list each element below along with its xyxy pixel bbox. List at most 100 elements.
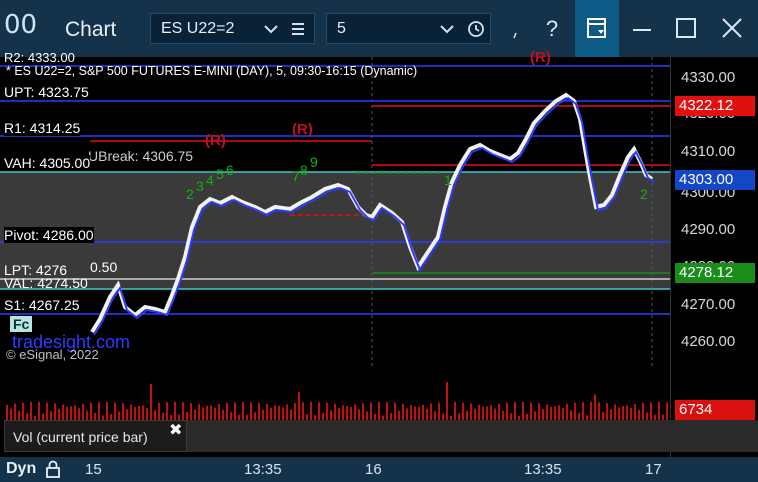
volume-bar <box>638 410 640 420</box>
volume-bar <box>494 408 496 420</box>
volume-bar <box>626 405 628 420</box>
sequence-label: 4 <box>206 172 214 188</box>
volume-bar <box>334 403 336 420</box>
volume-tag: 6734 <box>675 400 755 420</box>
volume-bar <box>630 407 632 420</box>
volume-bar <box>486 406 488 420</box>
sequence-label: 1 <box>444 172 452 188</box>
time-axis[interactable]: Dyn 15 13:35 16 13:35 17 <box>0 457 758 482</box>
volume-bar <box>570 410 572 420</box>
price-tick: 4330.00 <box>681 69 736 86</box>
volume-tooltip: Vol (current price bar) ✖ <box>4 420 187 452</box>
level-label-r2: R2: 4333.00 <box>4 50 75 65</box>
price-tick: 4310.00 <box>681 143 736 160</box>
maximize-icon[interactable] <box>664 0 708 57</box>
price-tag-current: 4303.00 <box>675 170 755 190</box>
level-label-ubreak: UBreak: 4306.75 <box>88 148 194 164</box>
price-axis[interactable]: 4330.00 4320.00 4310.00 4300.00 4290.00 … <box>670 57 758 457</box>
volume-bar <box>298 391 300 420</box>
volume-bar <box>182 402 184 420</box>
sequence-label: 3 <box>196 178 204 194</box>
volume-bar <box>274 405 276 420</box>
volume-bar <box>134 407 136 420</box>
volume-bar <box>330 410 332 420</box>
volume-bar <box>430 403 432 420</box>
volume-bar <box>38 402 40 420</box>
volume-bar <box>250 402 252 420</box>
volume-bar <box>410 405 412 420</box>
price-tag-low: 4278.12 <box>675 263 755 283</box>
volume-bar <box>446 382 448 420</box>
symbol-selector[interactable]: ES U22=2 <box>150 13 315 44</box>
clock-icon[interactable] <box>467 18 485 45</box>
volume-bar <box>162 412 164 420</box>
volume-bar <box>502 410 504 420</box>
minimize-icon[interactable] <box>620 0 664 57</box>
volume-bar <box>470 403 472 420</box>
volume-bar <box>562 408 564 420</box>
volume-bar <box>18 410 20 420</box>
volume-bar <box>302 402 304 420</box>
volume-bar <box>130 404 132 420</box>
volume-bar <box>658 402 660 420</box>
volume-bar <box>414 406 416 420</box>
volume-bar <box>598 402 600 420</box>
sequence-label: 2 <box>640 186 648 202</box>
volume-bar <box>166 402 168 420</box>
volume-bar <box>650 402 652 420</box>
volume-bar <box>98 402 100 420</box>
layout-icon[interactable] <box>575 0 619 57</box>
lock-icon[interactable] <box>44 460 62 478</box>
close-icon[interactable] <box>710 0 754 57</box>
volume-bar <box>366 411 368 420</box>
sequence-label: 2 <box>186 186 194 202</box>
volume-bar <box>522 402 524 420</box>
volume-bar <box>146 407 148 420</box>
time-label: 16 <box>365 461 382 478</box>
time-label: 13:35 <box>244 461 282 478</box>
volume-bar <box>618 407 620 420</box>
volume-bar <box>194 409 196 420</box>
chevron-down-icon[interactable] <box>439 17 455 46</box>
volume-bar <box>222 409 224 420</box>
volume-bar <box>354 404 356 420</box>
volume-bar <box>514 402 516 420</box>
volume-bar <box>466 410 468 420</box>
volume-bar <box>358 409 360 420</box>
volume-bar <box>322 412 324 420</box>
level-label-val: VAL: 4274.50 <box>4 275 88 291</box>
volume-bar <box>54 403 56 420</box>
volume-bar <box>610 409 612 420</box>
volume-bar <box>206 405 208 420</box>
volume-bar <box>22 402 24 420</box>
volume-bar <box>582 402 584 420</box>
volume-bar <box>506 402 508 420</box>
interval-selector[interactable]: 5 <box>326 13 491 44</box>
volume-bar <box>530 402 532 420</box>
volume-bar <box>58 408 60 420</box>
volume-bar <box>574 402 576 420</box>
interval-input[interactable]: 5 <box>337 20 346 38</box>
menu-icon[interactable] <box>291 18 305 45</box>
volume-bar <box>478 404 480 420</box>
chevron-down-icon[interactable] <box>263 17 279 46</box>
symbol-input[interactable]: ES U22=2 <box>161 20 234 38</box>
time-label: 13:35 <box>524 461 562 478</box>
close-icon[interactable]: ✖ <box>169 420 182 440</box>
volume-bar <box>614 404 616 420</box>
volume-bar <box>14 403 16 420</box>
level-label-pivot: Pivot: 4286.00 <box>4 227 94 243</box>
window-title: Chart <box>65 18 117 41</box>
volume-bar <box>426 408 428 420</box>
volume-bar <box>546 404 548 420</box>
volume-bar <box>262 409 264 420</box>
volume-tooltip-text: Vol (current price bar) <box>13 429 148 445</box>
sequence-label: 7 <box>292 168 300 184</box>
time-label: 15 <box>85 461 102 478</box>
volume-bar <box>390 413 392 420</box>
dynamic-mode-label[interactable]: Dyn <box>6 460 36 478</box>
volume-bar <box>362 403 364 420</box>
volume-panel[interactable] <box>0 367 670 420</box>
volume-bar <box>118 411 120 420</box>
volume-bar <box>242 402 244 420</box>
